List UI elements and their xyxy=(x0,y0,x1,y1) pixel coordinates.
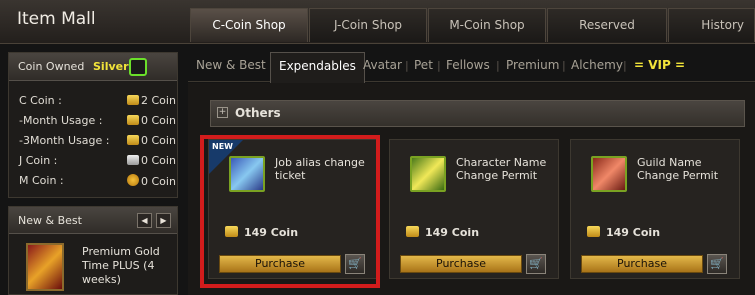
category-nav: New & Best Expendables Avatar | Pet | Fe… xyxy=(188,52,755,83)
gold-coin-icon xyxy=(127,115,139,125)
tab-j-coin-shop[interactable]: J-Coin Shop xyxy=(309,8,427,42)
coin-owned-header: Coin Owned Silver xyxy=(9,53,177,81)
next-arrow-button[interactable]: ▶ xyxy=(156,213,171,228)
tab-reserved[interactable]: Reserved xyxy=(547,8,667,42)
new-best-heading: New & Best xyxy=(18,214,82,227)
new-best-item-name[interactable]: Premium Gold Time PLUS (4 weeks) xyxy=(82,245,177,287)
j-coin-label: J Coin : xyxy=(19,154,58,167)
new-best-panel: New & Best ◀ ▶ Premium Gold Time PLUS (4… xyxy=(8,206,178,295)
product-price: 149 Coin xyxy=(406,226,479,239)
coin-owned-panel: Coin Owned Silver C Coin : 2 Coin -Month… xyxy=(8,52,178,198)
subnav-pet[interactable]: Pet xyxy=(414,58,433,72)
subnav-alchemy[interactable]: Alchemy xyxy=(571,58,623,72)
coin-owned-heading: Coin Owned xyxy=(18,60,85,73)
subnav-new-best[interactable]: New & Best xyxy=(196,58,266,72)
app-title: Item Mall xyxy=(17,9,96,29)
product-name: Guild Name Change Permit xyxy=(637,156,719,182)
membership-level: Silver xyxy=(93,60,129,73)
month-usage-value: 0 Coin xyxy=(127,114,176,127)
membership-badge-icon xyxy=(129,58,147,76)
new-best-header: New & Best ◀ ▶ xyxy=(9,207,177,234)
cart-icon[interactable]: 🛒 xyxy=(707,254,727,274)
subnav-expendables[interactable]: Expendables xyxy=(270,52,365,83)
purchase-button[interactable]: Purchase xyxy=(581,255,703,273)
m-coin-value: 0 Coin xyxy=(127,174,176,188)
gold-time-card-icon[interactable] xyxy=(26,243,64,291)
gold-coin-icon xyxy=(127,95,139,105)
purchase-button[interactable]: Purchase xyxy=(400,255,522,273)
product-price: 149 Coin xyxy=(587,226,660,239)
title-bar: Item Mall C-Coin Shop J-Coin Shop M-Coin… xyxy=(0,0,755,44)
subnav-premium[interactable]: Premium xyxy=(506,58,559,72)
product-card-character-name: Character Name Change Permit 149 Coin Pu… xyxy=(389,139,559,279)
c-coin-label: C Coin : xyxy=(19,94,62,107)
m-coin-icon xyxy=(127,174,139,186)
m-coin-label: M Coin : xyxy=(19,174,64,187)
cart-icon[interactable]: 🛒 xyxy=(526,254,546,274)
section-header-others[interactable]: + Others xyxy=(210,100,745,127)
j-coin-value: 0 Coin xyxy=(127,154,176,167)
silver-coin-icon xyxy=(127,155,139,165)
subnav-fellows[interactable]: Fellows xyxy=(446,58,490,72)
highlight-frame xyxy=(200,135,380,288)
expand-icon[interactable]: + xyxy=(217,107,228,118)
product-card-guild-name: Guild Name Change Permit 149 Coin Purcha… xyxy=(570,139,740,279)
3month-usage-value: 0 Coin xyxy=(127,134,176,147)
subnav-vip[interactable]: = VIP = xyxy=(634,58,685,72)
name-permit-icon[interactable] xyxy=(410,156,446,192)
gold-coin-icon xyxy=(127,135,139,145)
gold-coin-icon xyxy=(587,226,600,237)
3month-usage-label: -3Month Usage : xyxy=(19,134,110,147)
tab-m-coin-shop[interactable]: M-Coin Shop xyxy=(428,8,546,42)
month-usage-label: -Month Usage : xyxy=(19,114,103,127)
product-name: Character Name Change Permit xyxy=(456,156,547,182)
c-coin-value: 2 Coin xyxy=(127,94,176,107)
subnav-avatar[interactable]: Avatar xyxy=(363,58,402,72)
tab-history[interactable]: History xyxy=(668,8,755,42)
gold-coin-icon xyxy=(406,226,419,237)
guild-permit-icon[interactable] xyxy=(591,156,627,192)
section-title: Others xyxy=(235,106,281,120)
tab-c-coin-shop[interactable]: C-Coin Shop xyxy=(190,8,308,42)
prev-arrow-button[interactable]: ◀ xyxy=(137,213,152,228)
